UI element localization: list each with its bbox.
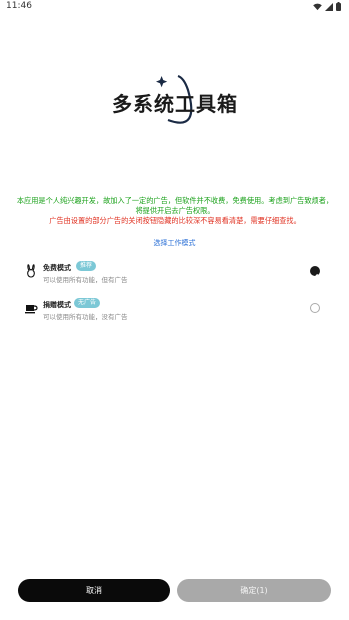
signal-icon	[325, 2, 333, 11]
logo-text: 多系统工具箱	[112, 92, 238, 116]
battery-icon	[336, 2, 341, 11]
status-bar: 11:46	[0, 0, 349, 14]
mode-name-donate: 捐赠模式	[43, 301, 71, 309]
mode-option-free[interactable]: 免费模式 推荐 可以使用所有功能，但有广告	[20, 260, 330, 286]
mode-desc-donate: 可以使用所有功能，没有广告	[43, 313, 128, 321]
app-logo: 多系统工具箱	[100, 70, 250, 132]
mode-option-donate[interactable]: 捐赠模式 无广告 可以使用所有功能，没有广告	[20, 297, 330, 323]
mode-name-free: 免费模式	[43, 264, 71, 272]
rabbit-icon	[27, 264, 35, 278]
coffee-icon	[25, 305, 38, 314]
mode-tag-donate: 无广告	[74, 298, 101, 308]
notice-warning-text: 广告由设置的部分广告的关闭按钮隐藏的比较深不容易看清楚，需要仔细查找。	[49, 216, 301, 225]
radio-free-checked[interactable]	[310, 266, 320, 279]
cancel-button[interactable]: 取消	[18, 579, 170, 602]
notice-free-text: 本应用是个人纯兴趣开发，故加入了一定的广告，但软件并不收费，免费使用。考虑到广告…	[16, 196, 334, 215]
notice: 本应用是个人纯兴趣开发，故加入了一定的广告，但软件并不收费，免费使用。考虑到广告…	[15, 196, 335, 226]
wifi-icon	[313, 3, 322, 10]
status-time: 11:46	[6, 1, 32, 11]
mode-desc-free: 可以使用所有功能，但有广告	[43, 276, 128, 284]
confirm-button[interactable]: 确定(1)	[177, 579, 331, 602]
radio-donate-unchecked[interactable]	[310, 303, 320, 313]
mode-section-title: 选择工作模式	[153, 239, 196, 247]
mode-tag-free: 推荐	[76, 261, 97, 271]
checkmark-icon	[312, 273, 319, 279]
status-icons	[313, 2, 341, 11]
